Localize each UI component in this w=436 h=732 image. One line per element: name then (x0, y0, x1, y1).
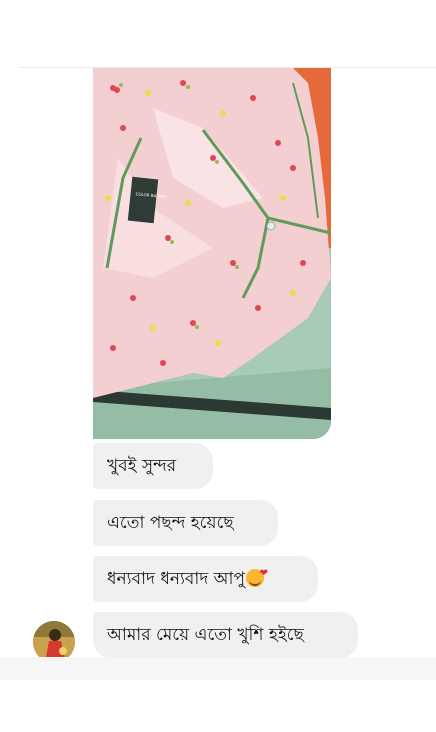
message-text: এতো পছন্দ হয়েছে (107, 513, 234, 533)
message-text: আমার মেয়ে এতো খুশি হইছে (107, 625, 304, 645)
shared-photo[interactable]: COLOR BASKET (93, 68, 331, 439)
message-text: ধন্যবাদ ধন্যবাদ আপু (107, 569, 246, 589)
message-bubble[interactable]: এতো পছন্দ হয়েছে (93, 500, 278, 546)
smiling-face-with-hearts-icon (246, 564, 268, 587)
message-bubble[interactable]: ধন্যবাদ ধন্যবাদ আপু (93, 556, 318, 602)
message-text: খুবই সুন্দর (107, 456, 177, 476)
message-bubble[interactable]: খুবই সুন্দর (93, 443, 213, 489)
composer-area (0, 657, 436, 680)
message-bubble[interactable]: আমার মেয়ে এতো খুশি হইছে (93, 612, 358, 658)
